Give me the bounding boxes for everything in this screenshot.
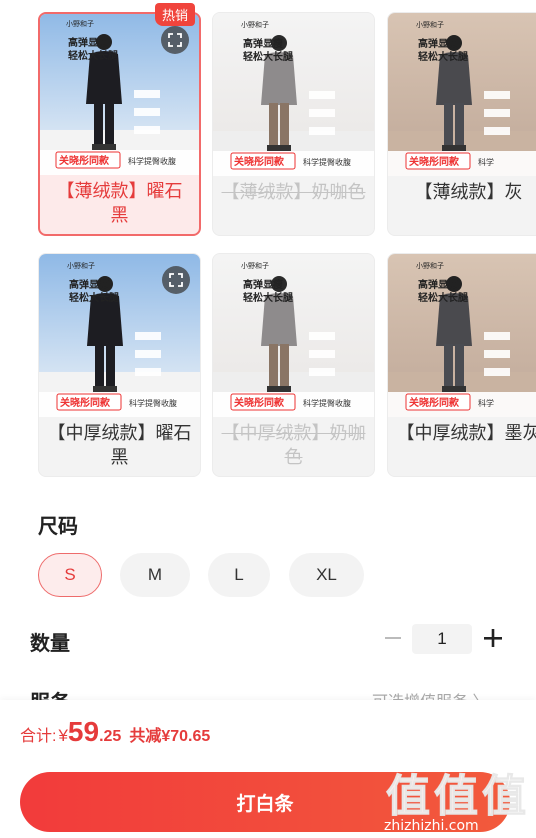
site-watermark: 值 值 值 zhizhizhi.com [384, 760, 534, 838]
saving-amount: 共减¥70.65 [129, 728, 211, 745]
watermark-glyph: 值 [386, 771, 431, 823]
product-tagline-1: 高弹显瘦 [243, 37, 283, 50]
variant-label: 【薄绒款】灰 [414, 182, 523, 202]
product-tagline-2: 轻松大长腿 [243, 50, 294, 63]
product-banner-text: 关晓彤同款 [409, 396, 460, 409]
hot-sale-badge: 热销 [155, 3, 196, 26]
expand-icon [168, 33, 182, 47]
variant-card[interactable]: 小野和子高弹显瘦 轻松大长腿关晓彤同款 科学提臀收腹【中厚绒款】奶咖色 [212, 253, 375, 477]
watermark-glyph: 值 [482, 771, 527, 823]
product-tagline-2: 轻松大长腿 [418, 291, 469, 304]
product-image: 小野和子高弹显瘦轻松大长腿关晓彤同款 科学提臀收腹 [213, 13, 374, 176]
product-banner-text: 关晓彤同款 [234, 155, 285, 168]
variant-thumbnail: 小野和子高弹显瘦 轻松大长腿关晓彤同款 科学提臀收腹 [213, 254, 374, 417]
price-integer: 59 [67, 716, 100, 747]
product-brand-text: 小野和子 [416, 20, 444, 29]
total-price: 合计: ¥ 59 .25 共减¥70.65 [20, 716, 210, 748]
size-section-title: 尺码 [38, 516, 78, 538]
product-sub-text: 科学 [478, 398, 494, 408]
variant-thumbnail: 小野和子高弹显瘦 轻松大长腿关晓彤同款 科学 [388, 254, 536, 417]
variant-label: 【中厚绒款】墨灰 [396, 423, 536, 443]
product-brand-text: 小野和子 [66, 19, 94, 28]
product-sub-text: 科学提臀收腹 [303, 157, 351, 167]
product-banner-text: 关晓彤同款 [409, 155, 460, 168]
total-label: 合计: [20, 728, 57, 745]
variant-card[interactable]: 小野和子高弹显瘦 轻松大长腿关晓彤同款 科学提臀收腹【中厚绒款】曜石黑 [38, 253, 201, 477]
expand-icon [169, 273, 183, 287]
variant-grid: 小野和子 高弹显瘦 轻松大长腿 关晓彤同款 科学提臀收腹 【薄绒款】曜石黑 热销 小野和子 高弹… [38, 3, 536, 482]
variant-label: 【薄绒款】奶咖色 [221, 182, 366, 202]
size-option-s[interactable]: S [38, 553, 102, 597]
variant-card[interactable]: 小野和子高弹显瘦 轻松大长腿关晓彤同款 科学【薄绒款】灰 [387, 12, 536, 236]
product-tagline-1: 高弹显瘦 [68, 36, 108, 49]
size-option-m[interactable]: M [120, 553, 190, 597]
product-sub-text: 科学提臀收腹 [129, 398, 177, 408]
variant-label: 【中厚绒款】奶咖色 [221, 423, 366, 467]
quantity-increment-button[interactable] [482, 627, 504, 649]
quantity-decrement-button[interactable] [384, 628, 402, 648]
product-image: 小野和子高弹显瘦轻松大长腿关晓彤同款 科学提臀收腹 [213, 254, 374, 417]
variant-thumbnail: 小野和子高弹显瘦 轻松大长腿关晓彤同款 科学提臀收腹 [213, 13, 374, 176]
variant-card[interactable]: 小野和子高弹显瘦 轻松大长腿关晓彤同款 科学【中厚绒款】墨灰 [387, 253, 536, 477]
variant-thumbnail: 小野和子高弹显瘦 轻松大长腿关晓彤同款 科学 [388, 13, 536, 176]
product-image: 小野和子高弹显瘦轻松大长腿关晓彤同款 科学 [388, 254, 536, 417]
product-sub-text: 科学提臀收腹 [128, 156, 176, 166]
product-image: 小野和子高弹显瘦轻松大长腿关晓彤同款 科学 [388, 13, 536, 176]
quantity-title: 数量 [30, 633, 70, 655]
product-banner-text: 关晓彤同款 [234, 396, 285, 409]
quantity-input[interactable]: 1 [412, 624, 472, 654]
size-option-xl[interactable]: XL [289, 553, 364, 597]
services-row[interactable]: 服务 可选增值服务 〉 [0, 682, 536, 702]
product-brand-text: 小野和子 [241, 261, 269, 270]
product-sub-text: 科学提臀收腹 [303, 398, 351, 408]
variant-card[interactable]: 小野和子高弹显瘦 轻松大长腿关晓彤同款 科学提臀收腹【薄绒款】奶咖色 [212, 12, 375, 236]
product-brand-text: 小野和子 [241, 20, 269, 29]
watermark-glyph: 值 [434, 771, 479, 823]
product-tagline-1: 高弹显瘦 [69, 278, 109, 291]
zoom-button[interactable] [161, 26, 189, 54]
minus-icon [385, 637, 401, 639]
currency-symbol: ¥ [58, 726, 68, 745]
product-banner-text: 关晓彤同款 [60, 396, 111, 409]
product-brand-text: 小野和子 [67, 261, 95, 270]
product-tagline-1: 高弹显瘦 [243, 278, 283, 291]
product-banner-text: 关晓彤同款 [59, 154, 110, 167]
size-option-l[interactable]: L [208, 553, 270, 597]
plus-icon [484, 629, 502, 647]
product-tagline-2: 轻松大长腿 [68, 49, 119, 62]
product-tagline-2: 轻松大长腿 [69, 291, 120, 304]
product-tagline-2: 轻松大长腿 [243, 291, 294, 304]
product-sub-text: 科学 [478, 157, 494, 167]
product-tagline-1: 高弹显瘦 [418, 278, 458, 291]
variant-label: 【薄绒款】曜石黑 [56, 181, 183, 225]
zoom-button[interactable] [162, 266, 190, 294]
product-tagline-2: 轻松大长腿 [418, 50, 469, 63]
product-brand-text: 小野和子 [416, 261, 444, 270]
product-tagline-1: 高弹显瘦 [418, 37, 458, 50]
price-decimal: .25 [99, 728, 122, 745]
watermark-url: zhizhizhi.com [384, 818, 479, 834]
variant-label: 【中厚绒款】曜石黑 [47, 423, 192, 467]
variant-card[interactable]: 小野和子高弹显瘦 轻松大长腿关晓彤同款 科学提臀收腹【薄绒款】曜石黑 [38, 12, 201, 236]
